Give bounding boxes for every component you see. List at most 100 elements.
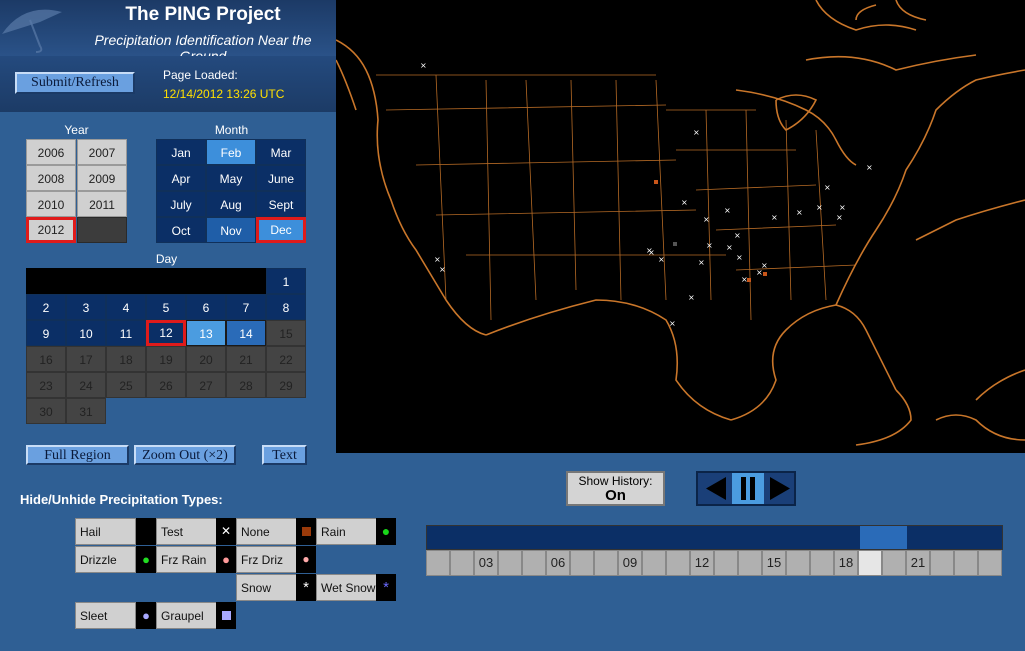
timeline-hour-cell[interactable] (858, 550, 882, 576)
app-header: The PING Project Precipitation Identific… (0, 0, 336, 64)
timeline-hour-cell[interactable]: 15 (762, 550, 786, 576)
month-nov[interactable]: Nov (206, 217, 256, 243)
month-mar[interactable]: Mar (256, 139, 306, 165)
day-cell: 23 (26, 372, 66, 398)
timeline-hour-cell[interactable] (450, 550, 474, 576)
month-june[interactable]: June (256, 165, 306, 191)
submit-refresh-button[interactable]: Submit/Refresh (15, 72, 135, 94)
month-jan[interactable]: Jan (156, 139, 206, 165)
text-view-button[interactable]: Text (262, 445, 307, 465)
step-forward-icon[interactable] (764, 473, 796, 504)
svg-text:×: × (796, 208, 803, 217)
day-cell: 30 (26, 398, 66, 424)
day-grid-blank-row (26, 268, 266, 294)
timeline-hour-cell[interactable]: 21 (906, 550, 930, 576)
svg-text:×: × (439, 265, 446, 274)
show-history-toggle[interactable]: Show History: On (566, 471, 665, 506)
month-sept[interactable]: Sept (256, 191, 306, 217)
day-cell[interactable]: 11 (106, 320, 146, 346)
timeline-current-window[interactable] (860, 526, 907, 549)
toggle-snow[interactable]: Snow (236, 574, 297, 601)
toggle-test[interactable]: Test (156, 518, 217, 545)
svg-text:×: × (681, 198, 688, 207)
month-may[interactable]: May (206, 165, 256, 191)
step-back-icon[interactable] (700, 473, 732, 504)
day-cell[interactable]: 2 (26, 294, 66, 320)
year-2008[interactable]: 2008 (26, 165, 76, 191)
month-july[interactable]: July (156, 191, 206, 217)
timeline-hour-cell[interactable] (426, 550, 450, 576)
year-2007[interactable]: 2007 (77, 139, 127, 165)
year-2009[interactable]: 2009 (77, 165, 127, 191)
toggle-rain[interactable]: Rain (316, 518, 377, 545)
day-cell: 25 (106, 372, 146, 398)
day-cell[interactable]: 7 (226, 294, 266, 320)
day-cell[interactable]: 6 (186, 294, 226, 320)
toggle-wet-snow[interactable]: Wet Snow (316, 574, 377, 601)
day-cell: 16 (26, 346, 66, 372)
day-cell[interactable]: 5 (146, 294, 186, 320)
svg-text:×: × (703, 215, 710, 224)
us-precip-map[interactable]: × × × × × × × × × × × × × × × × × × × × × × × × × × × (336, 0, 1025, 453)
timeline-hour-cell[interactable]: 03 (474, 550, 498, 576)
timeline-hour-cell[interactable] (810, 550, 834, 576)
precip-types-label: Hide/Unhide Precipitation Types: (20, 492, 223, 507)
day-cell[interactable]: 9 (26, 320, 66, 346)
day-cell[interactable]: 4 (106, 294, 146, 320)
frz-driz-dot-icon: ● (296, 546, 316, 573)
pause-icon[interactable] (732, 473, 764, 504)
year-label: Year (64, 123, 89, 137)
toggle-frz-driz[interactable]: Frz Driz (236, 546, 297, 573)
timeline-hour-cell[interactable] (570, 550, 594, 576)
day-cell[interactable]: 8 (266, 294, 306, 320)
svg-text:×: × (724, 206, 731, 215)
timeline-hour-cell[interactable] (930, 550, 954, 576)
month-dec-selected[interactable]: Dec (256, 217, 306, 243)
year-2010[interactable]: 2010 (26, 191, 76, 217)
month-aug[interactable]: Aug (206, 191, 256, 217)
day-cell: 15 (266, 320, 306, 346)
test-x-icon: ✕ (216, 518, 236, 545)
day-cell-selected[interactable]: 12 (146, 320, 186, 346)
month-feb[interactable]: Feb (206, 139, 256, 165)
timeline-hour-cell[interactable] (978, 550, 1002, 576)
timeline-hour-cell[interactable]: 12 (690, 550, 714, 576)
timeline-hour-cell[interactable] (954, 550, 978, 576)
toggle-none[interactable]: None (236, 518, 297, 545)
toggle-drizzle[interactable]: Drizzle (75, 546, 136, 573)
timeline-hour-cell[interactable] (882, 550, 906, 576)
day-cell: 27 (186, 372, 226, 398)
year-2012-selected[interactable]: 2012 (26, 217, 76, 243)
day-cell[interactable]: 14 (226, 320, 266, 346)
svg-text:×: × (824, 183, 831, 192)
year-2006[interactable]: 2006 (26, 139, 76, 165)
timeline-hour-cell[interactable]: 18 (834, 550, 858, 576)
month-apr[interactable]: Apr (156, 165, 206, 191)
timeline-hour-cell[interactable] (522, 550, 546, 576)
timeline-hour-cell[interactable] (738, 550, 762, 576)
day-cell[interactable]: 3 (66, 294, 106, 320)
toggle-sleet[interactable]: Sleet (75, 602, 136, 629)
timeline-hour-cell[interactable] (594, 550, 618, 576)
timeline-hour-cell[interactable]: 09 (618, 550, 642, 576)
zoom-out-button[interactable]: Zoom Out (×2) (134, 445, 236, 465)
day-cell[interactable]: 1 (266, 268, 306, 294)
month-oct[interactable]: Oct (156, 217, 206, 243)
timeline-hour-cell[interactable] (666, 550, 690, 576)
timeline-hour-cell[interactable]: 06 (546, 550, 570, 576)
toggle-frz-rain[interactable]: Frz Rain (156, 546, 217, 573)
timeline-hour-cell[interactable] (642, 550, 666, 576)
snow-asterisk-icon: * (296, 574, 316, 601)
timeline-hour-cell[interactable] (786, 550, 810, 576)
day-cell: 22 (266, 346, 306, 372)
day-cell[interactable]: 10 (66, 320, 106, 346)
toggle-hail[interactable]: Hail (75, 518, 136, 545)
day-cell[interactable]: 13 (186, 320, 226, 346)
full-region-button[interactable]: Full Region (26, 445, 129, 465)
timeline-hour-cell[interactable] (714, 550, 738, 576)
year-2011[interactable]: 2011 (77, 191, 127, 217)
timeline-hour-cell[interactable] (498, 550, 522, 576)
svg-text:×: × (698, 258, 705, 267)
hour-timeline[interactable]: 03 06 09 12 15 18 21 (426, 525, 1003, 576)
toggle-graupel[interactable]: Graupel (156, 602, 217, 629)
